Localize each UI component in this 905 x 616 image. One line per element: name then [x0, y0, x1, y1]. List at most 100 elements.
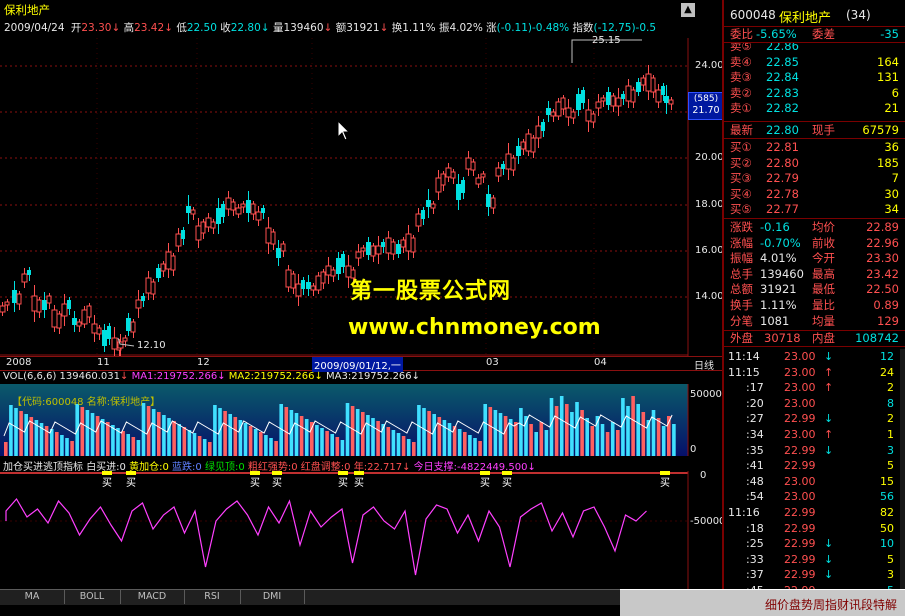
volume-bar — [24, 414, 28, 456]
volume-bar — [248, 426, 253, 456]
candle-body — [67, 300, 71, 309]
volume-bar — [672, 424, 676, 456]
price-axis: 24.0022.0020.0018.0016.0014.00 — [690, 38, 726, 356]
candle-body — [581, 90, 585, 103]
candle-body — [664, 96, 669, 103]
buy-signal-marker: 买 — [126, 477, 136, 489]
candlestick-chart[interactable] — [0, 38, 722, 356]
high-mark: 25.15 — [592, 35, 621, 46]
candle-body — [590, 113, 596, 123]
candle-body — [505, 153, 512, 170]
tab-rsi[interactable]: RSI — [184, 590, 241, 604]
candle-body — [107, 326, 111, 339]
ask-row: 卖⑤ 22.86 — [730, 43, 799, 53]
volume-bar — [65, 438, 69, 456]
candle-body — [390, 241, 396, 255]
tick-scrollbar[interactable] — [900, 349, 905, 589]
volume-bar — [121, 431, 125, 456]
candle-body — [490, 197, 496, 209]
quote-close: 22.80 — [230, 22, 261, 34]
tick-row: :17 23.00 ↑ 2 — [746, 381, 894, 395]
chart-close-icon[interactable]: ▲ — [681, 3, 695, 17]
ask-book: 卖⑤ 22.86 卖④ 22.85 164 卖③ 22.84 131 卖② 22.83 6 卖① 22.… — [724, 43, 905, 122]
stat-row: 换手 1.11% 量比 0.89 — [730, 298, 899, 312]
volume-bar — [396, 433, 401, 456]
arrow-down-icon: ↓ — [824, 443, 834, 457]
candle-body — [130, 321, 136, 333]
volume-bar — [202, 439, 207, 456]
volume-bar — [14, 408, 18, 456]
candle-body — [661, 86, 665, 95]
candle-body — [276, 248, 281, 258]
volume-bar — [100, 419, 105, 456]
tab-dmi[interactable]: DMI — [240, 590, 305, 604]
vol-panel-header: VOL(6,6,6) 139460.031↓ MA1:219752.266↓ M… — [3, 371, 421, 382]
candle-body — [525, 133, 532, 152]
candle-body — [102, 330, 107, 346]
indicator-chart[interactable]: 买买买买买买买买买 — [0, 471, 722, 589]
candle-body — [410, 237, 416, 253]
bid-row: 买④ 22.78 30 — [730, 186, 899, 201]
tab-macd[interactable]: MACD — [120, 590, 185, 604]
volume-bar — [605, 432, 610, 456]
volume-bar — [575, 402, 579, 456]
stats-block: 涨跌 -0.16 均价 22.89 涨幅 -0.70% 前收 22.96 振幅 4.01% 今开 23… — [724, 220, 905, 331]
price-cursor-box: (585) 21.70 — [688, 92, 724, 120]
buy-signal-marker: 买 — [338, 477, 348, 489]
tick-row: :34 23.00 ↑ 1 — [746, 428, 894, 441]
stat-row: 涨跌 -0.16 均价 22.89 — [730, 220, 899, 234]
volume-bar — [126, 434, 130, 456]
volume-bar — [412, 442, 416, 456]
stock-title: 保利地产 — [4, 3, 50, 17]
volume-bar — [213, 405, 217, 456]
volume-bar — [493, 410, 498, 456]
watermark-url: www.chnmoney.com — [348, 315, 601, 340]
candle-body — [285, 269, 292, 288]
candle-body — [415, 213, 422, 227]
volume-bar — [519, 408, 523, 456]
candle-body — [600, 97, 606, 102]
volume-bar — [233, 417, 238, 456]
candle-body — [221, 204, 225, 217]
candle-body — [405, 233, 412, 252]
status-text[interactable]: 细价盘势周指财讯段特解 — [765, 596, 897, 613]
arrow-down-icon: ↓ — [824, 412, 834, 426]
candle-body — [465, 157, 472, 170]
ask-row: 卖② 22.83 6 — [730, 85, 899, 100]
candle-body — [495, 167, 502, 177]
candle-body — [480, 173, 486, 178]
vol-code-label: 【代码:600048 名称:保利地产】 — [12, 397, 161, 408]
volume-bar — [463, 432, 467, 456]
volume-bar — [371, 418, 375, 456]
period-label[interactable]: 日线 — [694, 357, 714, 372]
volume-bar — [391, 430, 396, 456]
tab-ma[interactable]: MA — [0, 590, 65, 604]
candle-body — [341, 254, 345, 267]
volume-bar — [514, 422, 518, 456]
candle-body — [576, 94, 581, 110]
last-price-row: 最新 22.80 现手 67579 — [724, 123, 905, 139]
volume-bar — [544, 430, 549, 456]
volume-bar — [422, 408, 426, 456]
arrow-up-icon: ↑ — [824, 365, 834, 379]
candle-body — [235, 207, 242, 215]
price-axis-tick: 18.00 — [695, 199, 724, 210]
tick-list[interactable]: 11:14 23.00 ↓ 12 11:15 23.00 ↑ 24:17 23.00 ↑ 2:20 2… — [724, 349, 905, 597]
volume-bar — [661, 426, 666, 456]
volume-bar — [401, 436, 406, 456]
volume-bar — [264, 435, 268, 456]
candle-body — [190, 209, 196, 215]
volume-bar — [565, 404, 569, 456]
quote-date: 2009/04/24 — [4, 22, 65, 34]
tick-row: :18 22.99 50 — [746, 521, 894, 535]
quote-index: (-12.75)-0.5 — [593, 22, 657, 34]
tab-boll[interactable]: BOLL — [64, 590, 121, 604]
stat-row: 总额 31921 最低 22.50 — [730, 282, 899, 297]
candle-body — [445, 167, 452, 178]
arrow-down-icon: ↓ — [824, 552, 834, 566]
volume-bar — [223, 411, 227, 456]
volume-bar — [483, 404, 487, 456]
stat-row: 总手 139460 最高 23.42 — [730, 266, 899, 281]
volume-bar — [106, 422, 110, 456]
candle-body — [510, 157, 516, 171]
